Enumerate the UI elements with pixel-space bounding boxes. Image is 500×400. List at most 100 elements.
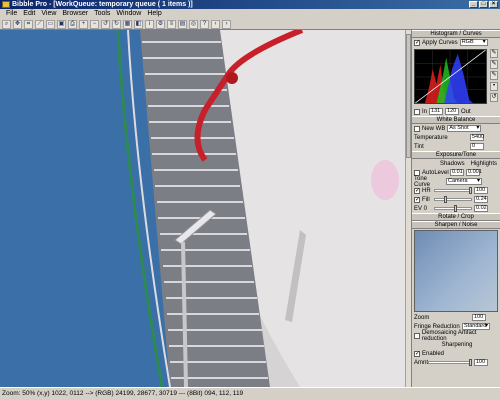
- sharpening-enabled-checkbox[interactable]: ✓: [414, 350, 420, 357]
- in-label: In: [422, 108, 428, 115]
- photo-canvas: [0, 30, 405, 387]
- menu-file[interactable]: File: [6, 9, 17, 19]
- temperature-label: Temperature: [414, 134, 448, 141]
- shadows-label: Shadows: [439, 160, 465, 167]
- menu-view[interactable]: View: [41, 9, 56, 19]
- fill-field[interactable]: 0.24: [474, 196, 488, 203]
- rotate-crop-header[interactable]: Rotate / Crop: [412, 213, 500, 221]
- forward-icon[interactable]: ›: [222, 20, 231, 29]
- demosaic-label: Demosaicing Artifact reduction: [421, 329, 477, 342]
- window-controls: _ □ ×: [469, 1, 498, 8]
- fill-checkbox[interactable]: ✓: [414, 196, 420, 203]
- hr-label: HR: [422, 187, 431, 194]
- lens-flare: [371, 160, 399, 200]
- settings-icon[interactable]: ⚙: [156, 20, 165, 29]
- zoom-out-icon[interactable]: −: [90, 20, 99, 29]
- rotate-left-icon[interactable]: ↺: [101, 20, 110, 29]
- histogram-graph[interactable]: [414, 49, 487, 104]
- image-viewer[interactable]: [0, 30, 405, 387]
- zoom-in-icon[interactable]: +: [79, 20, 88, 29]
- sharpening-enabled-label: Enabled: [422, 350, 445, 357]
- sharpening-title: Sharpening: [441, 341, 473, 348]
- close-button[interactable]: ×: [489, 1, 498, 8]
- grid-icon[interactable]: ▦: [123, 20, 132, 29]
- straighten-icon[interactable]: ⟋: [35, 20, 44, 29]
- back-icon[interactable]: ‹: [211, 20, 220, 29]
- fill-label: Fill: [422, 196, 430, 203]
- apply-curves-label: Apply Curves: [422, 39, 458, 46]
- red-valve: [226, 72, 238, 84]
- histogram-header[interactable]: Histogram / Curves: [412, 30, 500, 38]
- queue-icon[interactable]: ▤: [178, 20, 187, 29]
- zoom-label: Zoom: [414, 314, 430, 321]
- amount-field[interactable]: 100: [474, 359, 488, 366]
- status-text: Zoom: 50% (x,y) 1022, 0112 --> (RGB) 241…: [2, 390, 244, 397]
- tint-field[interactable]: 0: [470, 143, 484, 150]
- eyedropper-white-icon[interactable]: ✎: [490, 49, 498, 58]
- amount-label: Amnt: [414, 359, 429, 366]
- fill-slider[interactable]: [434, 196, 472, 203]
- tint-label: Tint: [414, 143, 424, 150]
- info-icon[interactable]: i: [145, 20, 154, 29]
- menu-tools[interactable]: Tools: [94, 9, 110, 19]
- batch-icon[interactable]: ≡: [167, 20, 176, 29]
- highlights-label: Highlights: [470, 160, 497, 167]
- apply-curves-checkbox[interactable]: ✓: [414, 39, 420, 46]
- curve-reset-icon[interactable]: ↺: [490, 93, 498, 102]
- new-wb-label: New WB: [422, 125, 446, 132]
- eyedropper-black-icon[interactable]: ✎: [490, 71, 498, 80]
- compare-icon[interactable]: ◧: [134, 20, 143, 29]
- out-label: Out: [461, 108, 471, 115]
- exposure-header[interactable]: Exposure/Tone: [412, 151, 500, 159]
- web-icon[interactable]: ◎: [189, 20, 198, 29]
- rotate-right-icon[interactable]: ↻: [112, 20, 121, 29]
- curve-point-icon[interactable]: •: [490, 82, 498, 91]
- wb-preset-select[interactable]: As Shot: [447, 125, 482, 132]
- ev-slider-knob[interactable]: [454, 205, 457, 212]
- print-icon[interactable]: ⎙: [68, 20, 77, 29]
- window-title: Bibble Pro - [WorkQueue: temporary queue…: [12, 1, 193, 8]
- ev-slider[interactable]: [434, 205, 472, 212]
- menu-bar: File Edit View Browser Tools Window Help: [0, 9, 500, 19]
- amount-slider-knob[interactable]: [469, 359, 472, 366]
- save-icon[interactable]: ▣: [57, 20, 66, 29]
- eyedropper-gray-icon[interactable]: ✎: [490, 60, 498, 69]
- fringe-select[interactable]: Standard: [462, 323, 490, 330]
- tone-curve-label: Tone Curve: [414, 175, 431, 188]
- out-value-field[interactable]: 120: [445, 108, 460, 115]
- menu-browser[interactable]: Browser: [62, 9, 88, 19]
- fill-slider-knob[interactable]: [444, 196, 447, 203]
- menu-edit[interactable]: Edit: [23, 9, 35, 19]
- tools-panel: Histogram / Curves ✓ Apply Curves RGB ✎ …: [411, 30, 500, 387]
- shadows-field[interactable]: 0.01: [450, 169, 464, 176]
- toolbar: ⌕ ✥ ⌗ ⟋ ▭ ▣ ⎙ + − ↺ ↻ ▦ ◧ i ⚙ ≡ ▤ ◎ ? ‹ …: [0, 19, 500, 30]
- hr-checkbox[interactable]: ✓: [414, 187, 420, 194]
- help-icon[interactable]: ?: [200, 20, 209, 29]
- ev-field[interactable]: 0.02: [474, 205, 488, 212]
- crop-icon[interactable]: ⌗: [24, 20, 33, 29]
- amount-slider[interactable]: [428, 359, 472, 366]
- menu-window[interactable]: Window: [116, 9, 141, 19]
- zoom-field[interactable]: 100: [472, 314, 486, 321]
- demosaic-checkbox[interactable]: [414, 332, 420, 339]
- maximize-button[interactable]: □: [479, 1, 488, 8]
- menu-help[interactable]: Help: [147, 9, 161, 19]
- hr-slider[interactable]: [434, 187, 472, 194]
- title-bar: Bibble Pro - [WorkQueue: temporary queue…: [0, 0, 500, 9]
- channel-select[interactable]: RGB: [459, 39, 488, 46]
- pan-icon[interactable]: ✥: [13, 20, 22, 29]
- folder-icon[interactable]: ▭: [46, 20, 55, 29]
- tone-curve-select[interactable]: Camera: [446, 178, 482, 185]
- in-checkbox[interactable]: [414, 108, 420, 115]
- sharpen-preview[interactable]: [414, 230, 498, 312]
- temperature-field[interactable]: 5400: [470, 134, 484, 141]
- hr-slider-knob[interactable]: [469, 187, 472, 194]
- sharpen-noise-header[interactable]: Sharpen / Noise: [412, 221, 500, 229]
- highlights-field[interactable]: 0.001: [466, 169, 482, 176]
- zoom-icon[interactable]: ⌕: [2, 20, 11, 29]
- minimize-button[interactable]: _: [469, 1, 478, 8]
- white-balance-header[interactable]: White Balance: [412, 116, 500, 124]
- in-value-field[interactable]: 131: [429, 108, 444, 115]
- new-wb-checkbox[interactable]: [414, 125, 420, 132]
- hr-field[interactable]: 100: [474, 187, 488, 194]
